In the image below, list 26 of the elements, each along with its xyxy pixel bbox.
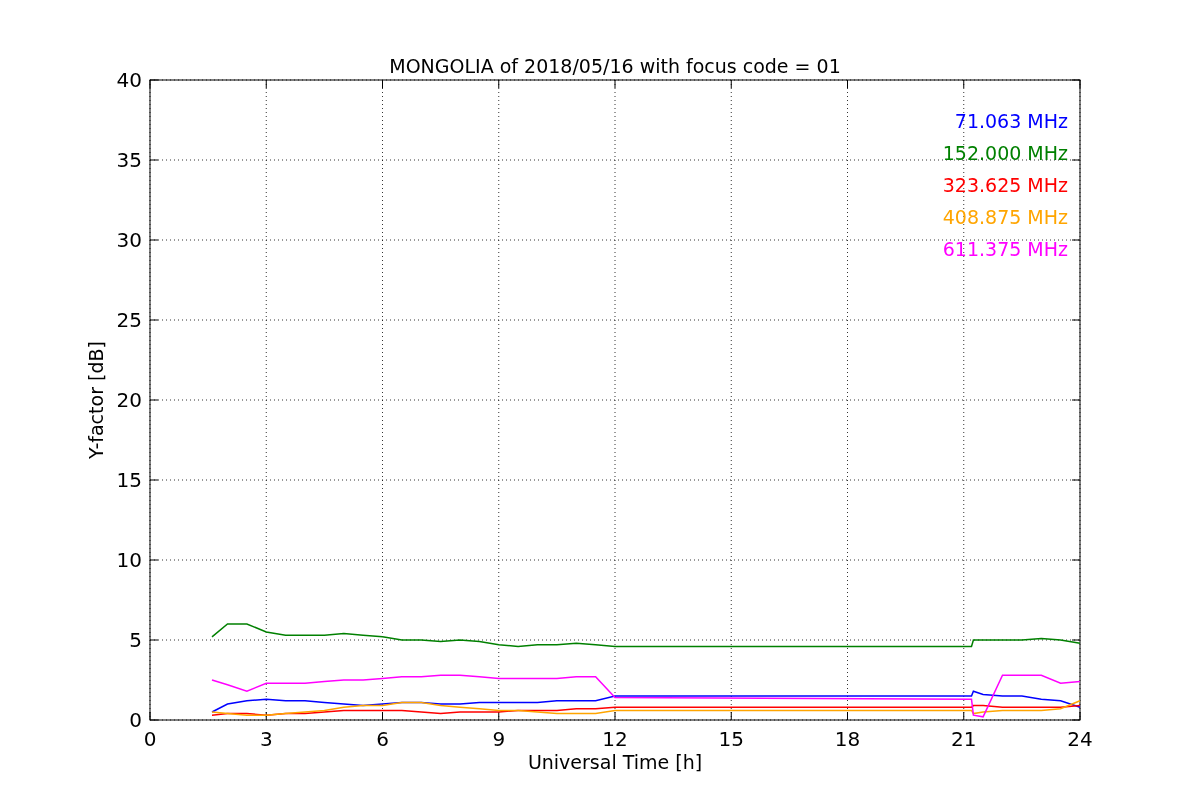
legend-label: 323.625 MHz [942,174,1068,196]
y-tick-label: 30 [116,228,142,252]
legend-label: 611.375 MHz [942,238,1068,260]
y-tick-label: 15 [116,468,142,492]
x-tick-label: 6 [376,727,389,751]
legend-label: 408.875 MHz [942,206,1068,228]
x-tick-label: 18 [834,727,861,751]
chart-title: MONGOLIA of 2018/05/16 with focus code = 01 [389,55,841,77]
y-tick-label: 20 [116,388,142,412]
x-tick-label: 0 [143,727,157,751]
x-tick-label: 3 [259,727,273,751]
y-tick-label: 40 [116,68,142,92]
legend-label: 71.063 MHz [954,110,1068,132]
x-axis-label: Universal Time [h] [527,751,703,773]
y-axis-label: Y-factor [dB] [85,341,107,459]
x-tick-label: 12 [602,727,628,751]
x-tick-label: 24 [1067,727,1093,751]
x-tick-label: 15 [718,727,744,751]
x-tick-label: 9 [492,727,506,751]
y-tick-label: 5 [129,628,142,652]
x-tick-label: 21 [951,727,977,751]
y-tick-label: 25 [116,308,142,332]
legend-label: 152.000 MHz [942,142,1068,164]
y-tick-label: 10 [116,548,142,572]
y-tick-label: 35 [116,148,142,172]
y-tick-label: 0 [129,708,142,732]
